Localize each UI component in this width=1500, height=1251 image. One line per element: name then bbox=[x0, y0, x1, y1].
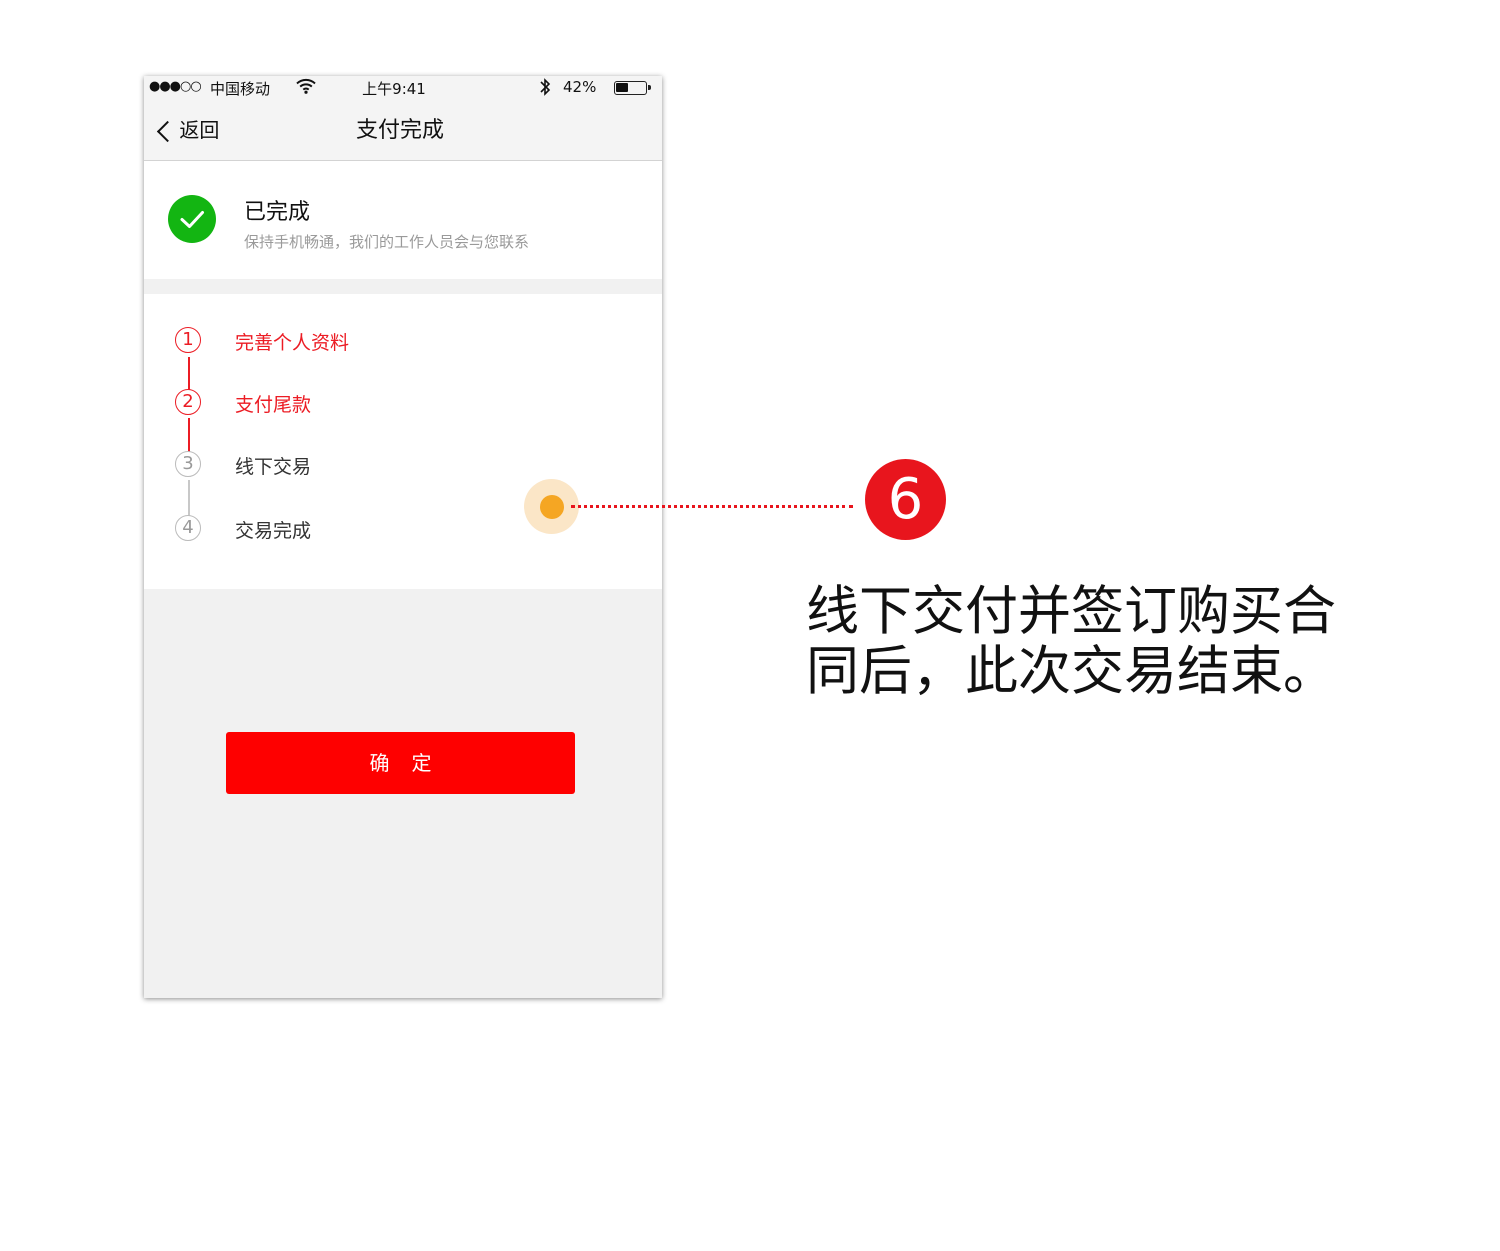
step-connector-line bbox=[188, 357, 190, 393]
step-item: 1 完善个人资料 bbox=[144, 327, 662, 359]
progress-steps: 1 完善个人资料 2 支付尾款 3 线下交易 4 交易完成 bbox=[144, 294, 662, 589]
navigation-bar: 返回 支付完成 bbox=[144, 100, 662, 161]
check-circle-icon bbox=[168, 195, 216, 243]
annotation-step-badge: 6 bbox=[865, 459, 946, 540]
page-title: 支付完成 bbox=[355, 118, 444, 143]
step-label: 线下交易 bbox=[235, 456, 312, 478]
step-number: 2 bbox=[175, 389, 201, 415]
phone-screen: ●●●○○ 中国移动 上午9:41 42% 返回 支付完成 已完成 保持手机畅通… bbox=[144, 76, 662, 998]
step-number: 1 bbox=[175, 327, 201, 353]
battery-tip bbox=[648, 85, 651, 90]
completion-subtitle: 保持手机畅通，我们的工作人员会与您联系 bbox=[244, 233, 530, 251]
step-label: 完善个人资料 bbox=[235, 332, 350, 354]
step-connector-line bbox=[188, 480, 190, 518]
battery-percent: 42% bbox=[563, 78, 597, 96]
step-item: 4 交易完成 bbox=[144, 515, 662, 547]
bluetooth-icon bbox=[539, 77, 551, 101]
step-item: 2 支付尾款 bbox=[144, 389, 662, 421]
step-number: 4 bbox=[175, 515, 201, 541]
annotation-text: 线下交付并签订购买合同后，此次交易结束。 bbox=[806, 581, 1336, 702]
step-item: 3 线下交易 bbox=[144, 451, 662, 483]
hotspot-marker bbox=[540, 495, 564, 519]
step-label: 交易完成 bbox=[235, 520, 312, 542]
completion-title: 已完成 bbox=[244, 200, 311, 225]
battery-level bbox=[616, 83, 628, 92]
step-label: 支付尾款 bbox=[235, 394, 312, 416]
battery-icon bbox=[614, 81, 651, 95]
confirm-button[interactable]: 确定 bbox=[226, 732, 575, 794]
completion-card: 已完成 保持手机畅通，我们的工作人员会与您联系 bbox=[144, 161, 662, 279]
step-number: 3 bbox=[175, 451, 201, 477]
annotation-leader-line bbox=[571, 505, 853, 508]
step-connector-line bbox=[188, 418, 190, 454]
status-bar: ●●●○○ 中国移动 上午9:41 42% bbox=[144, 76, 662, 100]
